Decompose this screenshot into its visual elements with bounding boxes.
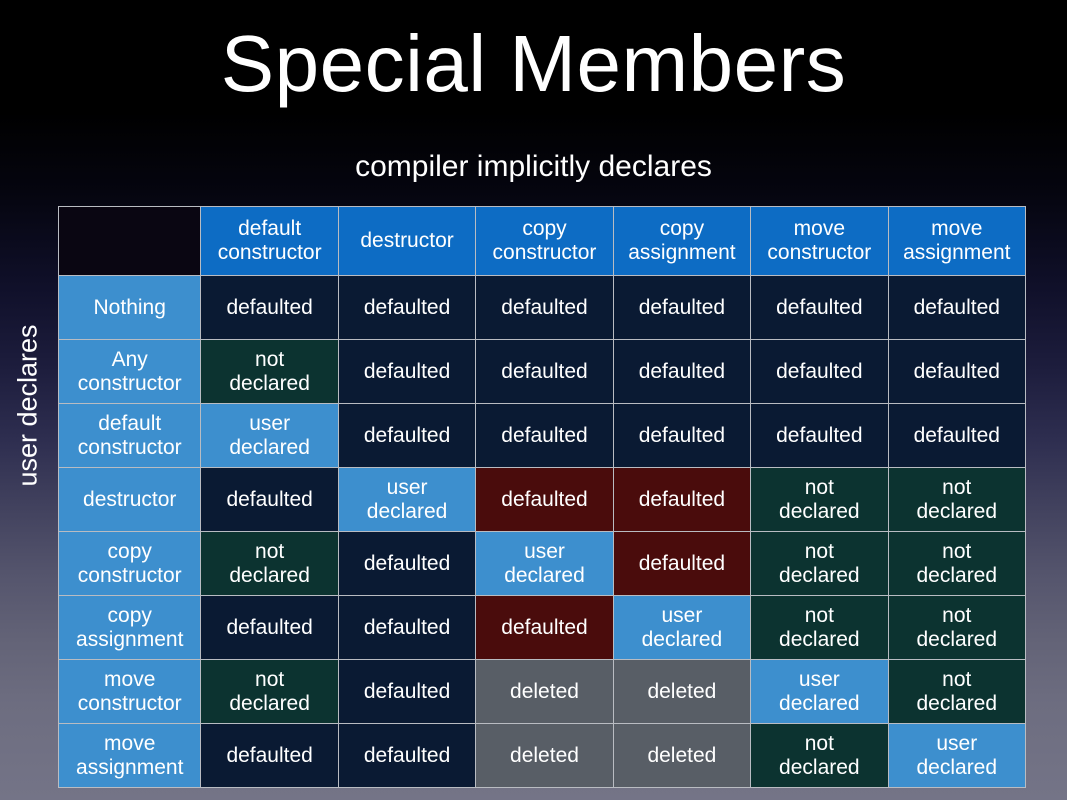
cell-r6-c3: deleted	[612, 659, 752, 724]
table-row: move constructor not declared defaulted delet…	[57, 659, 1027, 724]
cell-r7-c1: defaulted	[337, 723, 477, 788]
cell-r1-c4: defaulted	[750, 339, 889, 404]
cell-r5-c3: user declared	[612, 595, 752, 660]
cell-r2-c1: defaulted	[337, 403, 477, 468]
cell-r6-c4: user declared	[750, 659, 889, 724]
row-header-move-constructor: move constructor	[57, 659, 202, 724]
cell-r2-c0: user declared	[200, 403, 339, 468]
cell-r7-c2: deleted	[475, 723, 614, 788]
cell-r2-c2: defaulted	[475, 403, 614, 468]
special-members-table-wrapper: default constructor destructor copy construc…	[57, 206, 1027, 788]
cell-r4-c0: not declared	[200, 531, 339, 596]
row-header-move-assignment: move assignment	[57, 723, 202, 788]
cell-r5-c5: not declared	[887, 595, 1027, 660]
cell-r1-c3: defaulted	[612, 339, 752, 404]
cell-r1-c0: not declared	[200, 339, 339, 404]
column-header-copy-assignment: copy assignment	[612, 206, 752, 276]
cell-r5-c0: defaulted	[200, 595, 339, 660]
row-header-Any-constructor: Any constructor	[57, 339, 202, 404]
cell-r3-c4: not declared	[750, 467, 889, 532]
cell-r3-c0: defaulted	[200, 467, 339, 532]
cell-r0-c1: defaulted	[337, 275, 477, 340]
cell-r2-c3: defaulted	[612, 403, 752, 468]
cell-r5-c1: defaulted	[337, 595, 477, 660]
cell-r4-c2: user declared	[475, 531, 614, 596]
cell-r0-c0: defaulted	[200, 275, 339, 340]
cell-r4-c3: defaulted	[612, 531, 752, 596]
cell-r1-c2: defaulted	[475, 339, 614, 404]
column-header-default-constructor: default constructor	[200, 206, 339, 276]
cell-r7-c0: defaulted	[200, 723, 339, 788]
cell-r7-c3: deleted	[612, 723, 752, 788]
cell-r0-c4: defaulted	[750, 275, 889, 340]
column-header-destructor: destructor	[337, 206, 477, 276]
row-header-default-constructor: default constructor	[57, 403, 202, 468]
cell-r3-c3: defaulted	[612, 467, 752, 532]
column-header-move-assignment: move assignment	[887, 206, 1027, 276]
cell-r2-c5: defaulted	[887, 403, 1027, 468]
cell-r2-c4: defaulted	[750, 403, 889, 468]
cell-r4-c1: defaulted	[337, 531, 477, 596]
table-row: move assignment defaulted defaulted deleted d…	[57, 723, 1027, 788]
cell-r5-c2: defaulted	[475, 595, 614, 660]
cell-r3-c2: defaulted	[475, 467, 614, 532]
row-header-Nothing: Nothing	[57, 275, 202, 340]
column-header-copy-constructor: copy constructor	[475, 206, 614, 276]
table-row: default constructor user declared defaulted d…	[57, 403, 1027, 468]
cell-r1-c1: defaulted	[337, 339, 477, 404]
cell-r0-c5: defaulted	[887, 275, 1027, 340]
column-header-move-constructor: move constructor	[750, 206, 889, 276]
cell-r7-c5: user declared	[887, 723, 1027, 788]
cell-r0-c3: defaulted	[612, 275, 752, 340]
slide-subtitle: compiler implicitly declares	[355, 150, 712, 183]
table-header-row: default constructor destructor copy construc…	[57, 206, 1027, 276]
cell-r7-c4: not declared	[750, 723, 889, 788]
cell-r4-c4: not declared	[750, 531, 889, 596]
special-members-table: default constructor destructor copy construc…	[57, 206, 1027, 788]
cell-r1-c5: defaulted	[887, 339, 1027, 404]
cell-r0-c2: defaulted	[475, 275, 614, 340]
cell-r6-c2: deleted	[475, 659, 614, 724]
cell-r6-c5: not declared	[887, 659, 1027, 724]
row-header-copy-constructor: copy constructor	[57, 531, 202, 596]
slide-title: Special Members	[220, 19, 847, 108]
cell-r5-c4: not declared	[750, 595, 889, 660]
row-header-destructor: destructor	[57, 467, 202, 532]
table-row: destructor defaulted user declared defaulted…	[57, 467, 1027, 532]
table-row: copy constructor not declared defaulted user d…	[57, 531, 1027, 596]
cell-r6-c1: defaulted	[337, 659, 477, 724]
cell-r3-c1: user declared	[337, 467, 477, 532]
table-row: copy assignment defaulted defaulted defaulte…	[57, 595, 1027, 660]
cell-r4-c5: not declared	[887, 531, 1027, 596]
row-header-copy-assignment: copy assignment	[57, 595, 202, 660]
table-row: Nothing defaulted defaulted defaulted defaul…	[57, 275, 1027, 340]
vertical-axis-label: user declares	[12, 324, 43, 487]
table-row: Any constructor not declared defaulted defaul…	[57, 339, 1027, 404]
table-corner-cell	[57, 206, 202, 276]
cell-r3-c5: not declared	[887, 467, 1027, 532]
cell-r6-c0: not declared	[200, 659, 339, 724]
